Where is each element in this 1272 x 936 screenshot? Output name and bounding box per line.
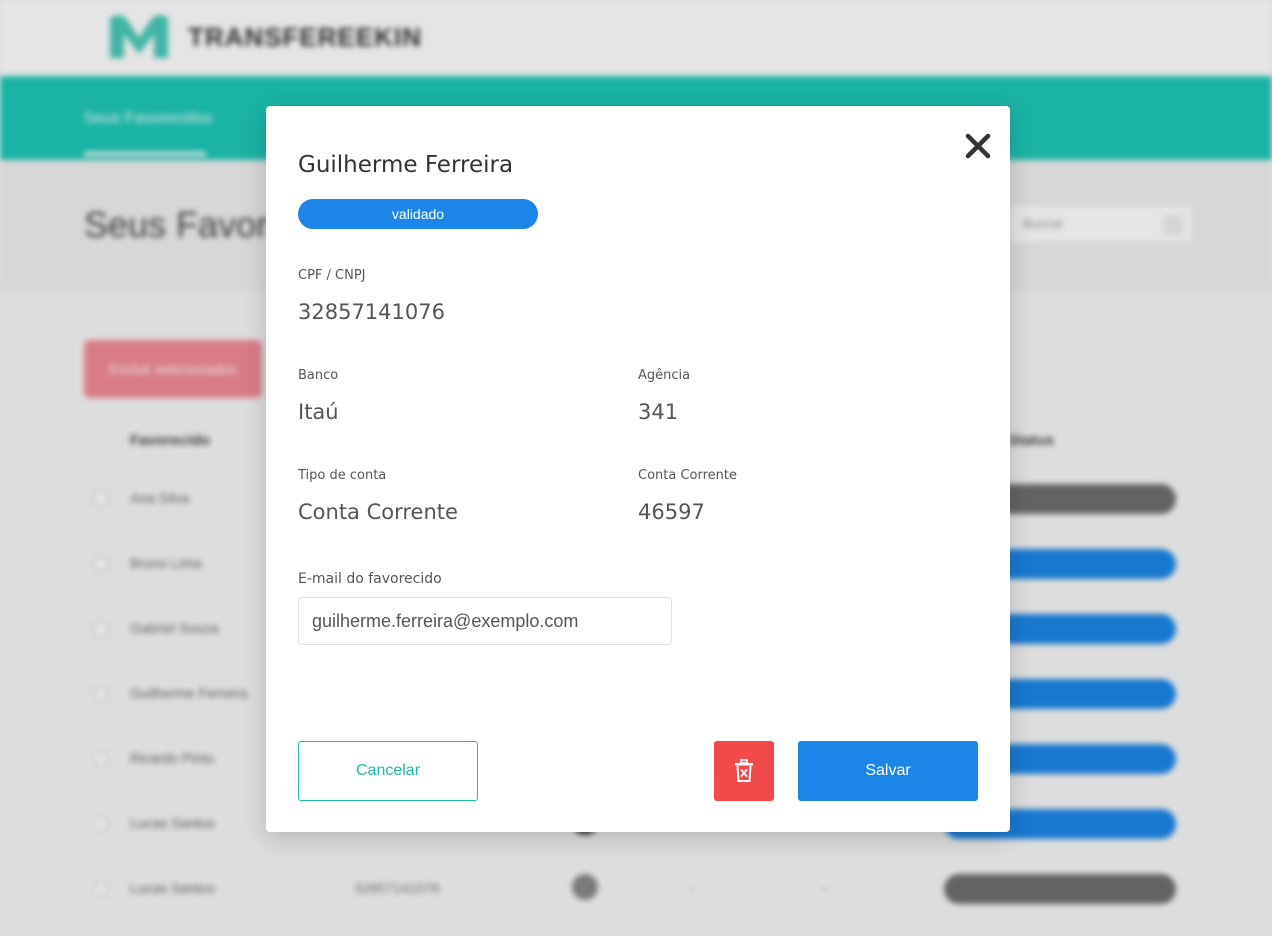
email-field[interactable] (298, 597, 672, 645)
favorecido-modal: Guilherme Ferreira validado CPF / CNPJ 3… (266, 106, 1010, 832)
cpf-value: 32857141076 (298, 300, 445, 324)
email-label: E-mail do favorecido (298, 571, 442, 587)
status-badge: validado (298, 199, 538, 229)
account-label: Conta Corrente (638, 468, 738, 483)
bank-value: Itaú (298, 400, 339, 424)
delete-button[interactable] (714, 741, 774, 801)
trash-icon (735, 759, 753, 782)
bank-label: Banco (298, 368, 339, 383)
agency-label: Agência (638, 368, 691, 383)
account-type-label: Tipo de conta (298, 468, 387, 483)
close-icon[interactable] (964, 132, 992, 160)
agency-value: 341 (638, 400, 679, 424)
cancel-button[interactable]: Cancelar (298, 741, 478, 801)
cpf-label: CPF / CNPJ (298, 268, 366, 283)
save-button[interactable]: Salvar (798, 741, 978, 801)
account-type-value: Conta Corrente (298, 500, 458, 524)
favorecido-name: Guilherme Ferreira (298, 152, 514, 178)
account-value: 46597 (638, 500, 705, 524)
